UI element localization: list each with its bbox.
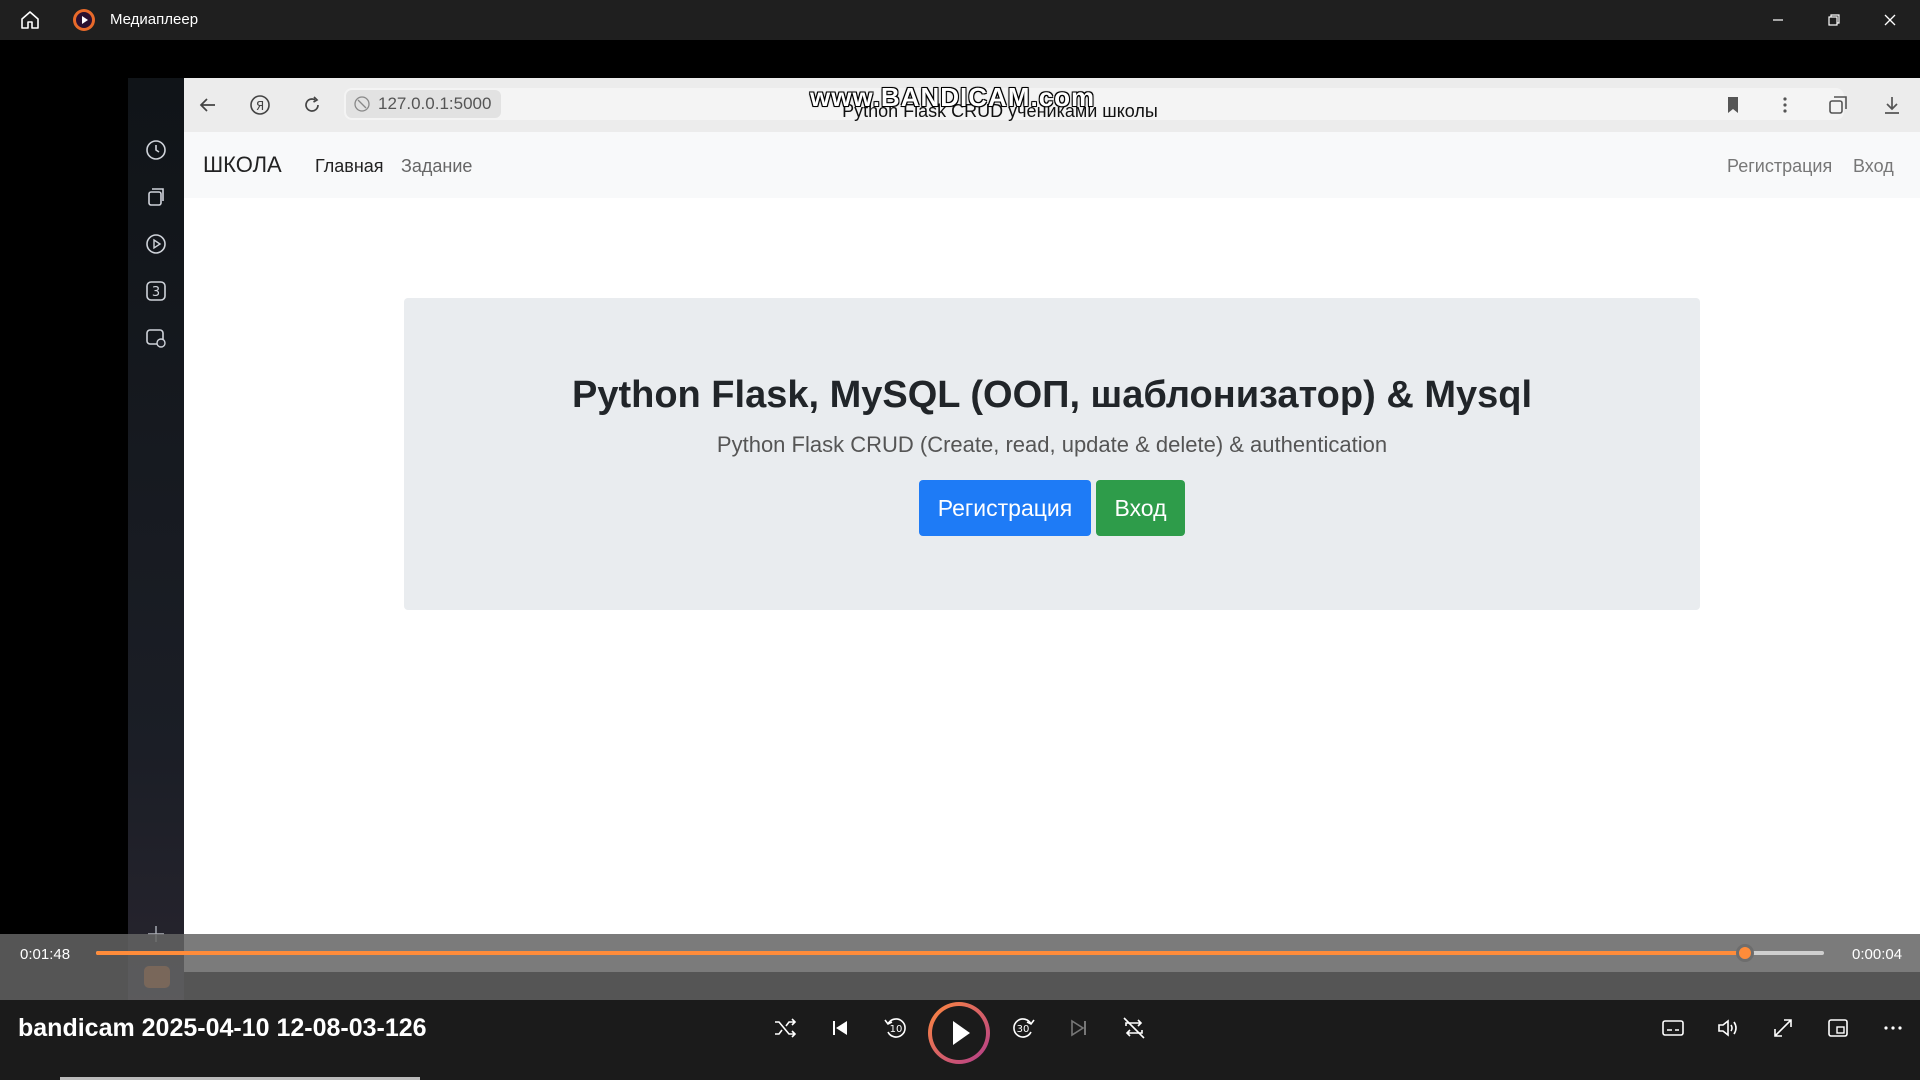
reload-icon[interactable] <box>300 93 324 117</box>
shuffle-icon[interactable] <box>769 1012 801 1044</box>
bookmark-icon[interactable] <box>1721 93 1745 117</box>
seek-bar-progress <box>96 951 1745 955</box>
video-frame[interactable]: 3 Я 127.0.0.1:5000 ШКОЛА Главная Задание… <box>0 40 1920 1000</box>
subtitles-icon[interactable] <box>1657 1012 1689 1044</box>
site-info-icon[interactable] <box>354 96 370 112</box>
nav-link-home[interactable]: Главная <box>315 156 384 177</box>
repeat-icon[interactable] <box>1118 1012 1150 1044</box>
skip-back-10-icon[interactable]: 10 <box>879 1012 911 1044</box>
site-navbar: ШКОЛА Главная Задание Регистрация Вход <box>184 132 1920 198</box>
skip-forward-30-icon[interactable]: 30 <box>1008 1012 1040 1044</box>
seek-overlay <box>0 934 1920 1000</box>
seek-bar[interactable] <box>96 944 1824 962</box>
media-player-logo-icon <box>72 8 96 32</box>
previous-track-icon[interactable] <box>824 1012 856 1044</box>
recorded-browser-sidebar: 3 <box>128 78 184 1000</box>
home-icon[interactable] <box>18 8 42 32</box>
more-options-icon[interactable] <box>1877 1012 1909 1044</box>
fullscreen-icon[interactable] <box>1767 1012 1799 1044</box>
screenshot-camera-icon[interactable] <box>144 326 168 350</box>
register-button[interactable]: Регистрация <box>919 480 1091 536</box>
play-button[interactable] <box>928 1002 990 1064</box>
collections-icon[interactable] <box>144 185 168 209</box>
svg-text:30: 30 <box>1017 1024 1030 1035</box>
nav-link-register[interactable]: Регистрация <box>1727 156 1832 177</box>
svg-text:10: 10 <box>890 1024 903 1035</box>
url-chip[interactable]: 127.0.0.1:5000 <box>346 90 502 118</box>
nav-link-task[interactable]: Задание <box>401 156 472 177</box>
hero-jumbotron: Python Flask, MySQL (ООП, шаблонизатор) … <box>404 298 1700 610</box>
play-icon <box>953 1021 970 1045</box>
next-track-icon[interactable] <box>1063 1012 1095 1044</box>
mini-player-icon[interactable] <box>1822 1012 1854 1044</box>
back-arrow-icon[interactable] <box>196 93 220 117</box>
more-vertical-icon[interactable] <box>1773 93 1797 117</box>
yandex-logo-icon[interactable]: Я <box>248 93 272 117</box>
restore-icon[interactable] <box>1822 8 1846 32</box>
site-brand[interactable]: ШКОЛА <box>203 152 282 178</box>
login-button[interactable]: Вход <box>1096 480 1185 536</box>
tab-collections-icon[interactable] <box>1826 93 1850 117</box>
hero-lead: Python Flask CRUD (Create, read, update … <box>716 432 1388 457</box>
player-title-bar: Медиаплеер <box>0 0 1920 40</box>
seek-bar-thumb[interactable] <box>1735 944 1754 962</box>
volume-icon[interactable] <box>1712 1012 1744 1044</box>
app-title: Медиаплеер <box>110 11 199 28</box>
url-text: 127.0.0.1:5000 <box>378 94 492 113</box>
history-icon[interactable] <box>144 138 168 162</box>
hero-heading: Python Flask, MySQL (ООП, шаблонизатор) … <box>571 374 1533 416</box>
recorded-browser-window: Я 127.0.0.1:5000 ШКОЛА Главная Задание Р… <box>184 78 1920 972</box>
counter-badge-icon[interactable]: 3 <box>144 279 168 303</box>
download-icon[interactable] <box>1880 93 1904 117</box>
player-controls: bandicam 2025-04-10 12-08-03-126 10 30 <box>0 1000 1920 1080</box>
video-play-icon[interactable] <box>144 232 168 256</box>
minimize-icon[interactable] <box>1766 8 1790 32</box>
svg-text:3: 3 <box>152 285 160 300</box>
close-icon[interactable] <box>1878 8 1902 32</box>
nav-link-login[interactable]: Вход <box>1853 156 1894 177</box>
remaining-time: 0:00:04 <box>1852 946 1903 963</box>
svg-text:Я: Я <box>256 99 264 113</box>
bandicam-watermark: www.BANDICAM.com <box>810 82 1096 112</box>
media-file-title: bandicam 2025-04-10 12-08-03-126 <box>18 1014 427 1042</box>
elapsed-time: 0:01:48 <box>20 946 71 963</box>
